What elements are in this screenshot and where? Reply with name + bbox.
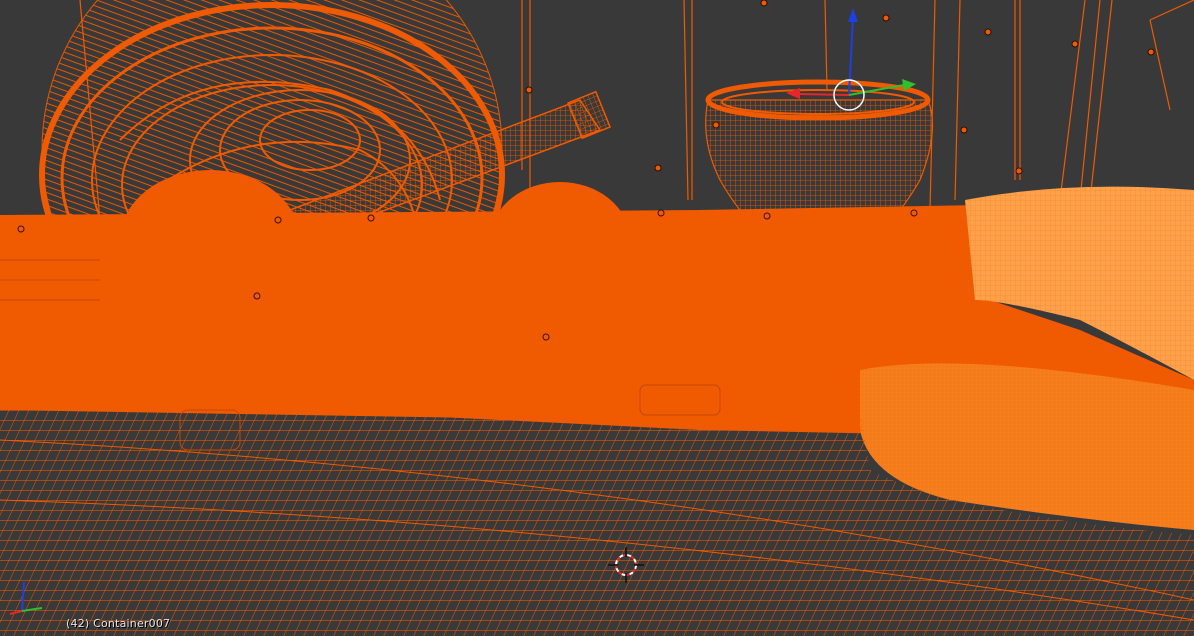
axis-orientation-icon xyxy=(9,581,43,615)
wireframe-scene[interactable] xyxy=(0,0,1194,636)
object-status-label: (42) Container007 xyxy=(66,617,171,630)
3d-cursor-icon[interactable] xyxy=(606,545,646,585)
transform-manipulator-icon[interactable] xyxy=(776,8,926,118)
3d-viewport[interactable]: (42) Container007 xyxy=(0,0,1194,636)
